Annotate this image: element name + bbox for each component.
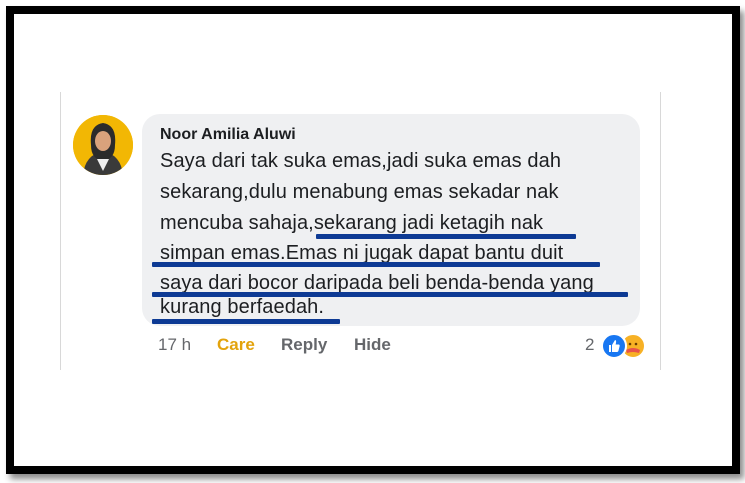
highlight-underline xyxy=(316,234,576,239)
divider-left xyxy=(60,92,61,370)
hide-button[interactable]: Hide xyxy=(354,335,391,355)
divider-right xyxy=(660,92,661,370)
comment-author[interactable]: Noor Amilia Aluwi xyxy=(160,126,296,144)
comment-line: mencuba sahaja,sekarang jadi ketagih nak xyxy=(160,212,544,234)
highlight-underline xyxy=(152,262,600,267)
comment-line: kurang berfaedah. xyxy=(160,296,325,318)
avatar[interactable] xyxy=(73,115,133,175)
avatar-icon xyxy=(73,115,133,175)
care-button[interactable]: Care xyxy=(217,335,255,355)
highlight-underline xyxy=(152,292,628,297)
comment-timestamp[interactable]: 17 h xyxy=(158,335,191,355)
comment-line: Saya dari tak suka emas,jadi suka emas d… xyxy=(160,150,562,172)
reply-button[interactable]: Reply xyxy=(281,335,327,355)
highlight-underline xyxy=(152,319,340,324)
comment-line: sekarang,dulu menabung emas sekadar nak xyxy=(160,181,559,203)
like-icon[interactable] xyxy=(601,333,627,359)
reaction-count[interactable]: 2 xyxy=(585,335,594,355)
